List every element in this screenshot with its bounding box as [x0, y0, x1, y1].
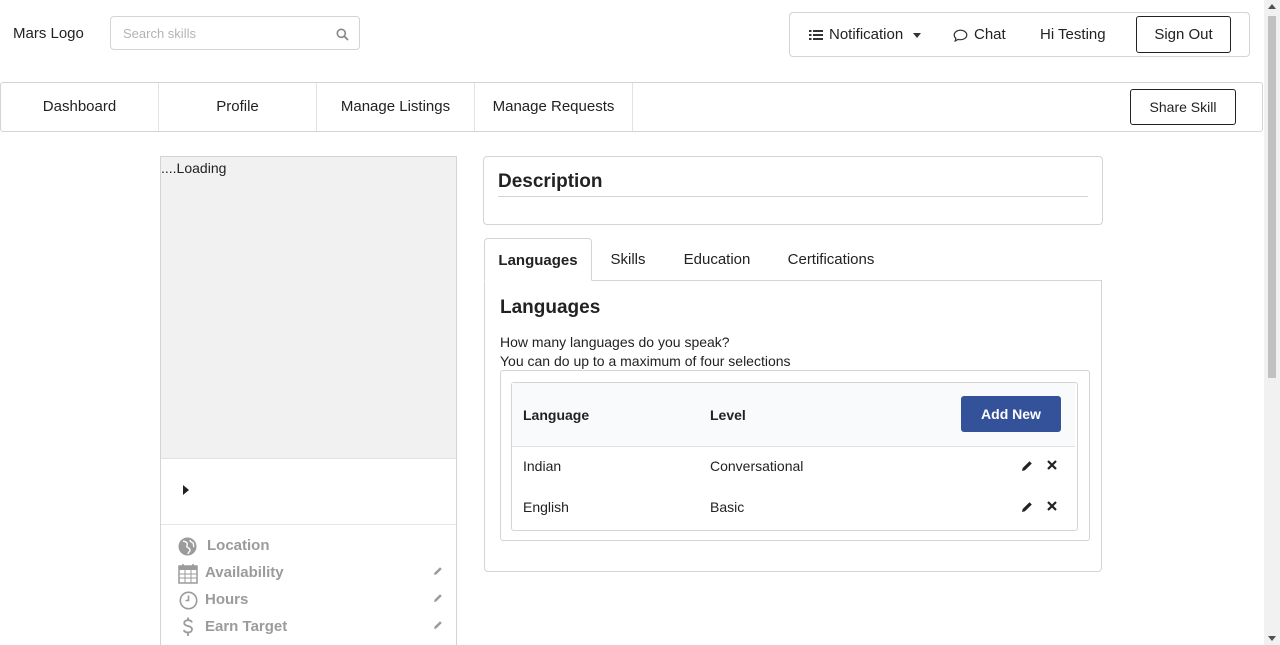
notification-label: Notification: [829, 26, 904, 43]
tab-languages[interactable]: Languages: [484, 238, 592, 281]
description-title: Description: [498, 171, 603, 192]
table-row: Indian Conversational: [512, 446, 1075, 486]
chat-label: Chat: [974, 26, 1006, 43]
dollar-icon: [182, 616, 194, 638]
info-label: Location: [207, 537, 270, 554]
table-header: Language Level Add New: [512, 383, 1075, 447]
divider: [498, 196, 1088, 197]
languages-question: How many languages do you speak?: [500, 334, 730, 350]
delete-close-icon[interactable]: [1047, 501, 1057, 511]
calendar-icon: [178, 563, 198, 584]
page-scrollbar[interactable]: [1264, 0, 1280, 645]
info-hours: Hours: [178, 589, 443, 613]
languages-panel: Languages How many languages do you spea…: [484, 280, 1102, 572]
tab-skills[interactable]: Skills: [601, 238, 655, 281]
edit-pencil-icon[interactable]: [1021, 501, 1033, 513]
add-new-language-button[interactable]: Add New: [961, 396, 1061, 432]
column-level: Level: [710, 407, 746, 423]
edit-hours-icon[interactable]: [433, 593, 443, 603]
language-cell: English: [523, 499, 569, 515]
table-row: English Basic: [512, 487, 1075, 527]
top-menu: Notification Chat Hi Testing Sign Out: [789, 12, 1250, 57]
main-nav: Dashboard Profile Manage Listings Manage…: [0, 82, 1263, 132]
scroll-down-icon[interactable]: [1268, 636, 1276, 641]
column-language: Language: [523, 407, 590, 423]
delete-close-icon[interactable]: [1047, 460, 1057, 470]
languages-table-container: Language Level Add New Indian Conversati…: [500, 370, 1090, 541]
scrollbar-thumb[interactable]: [1268, 16, 1276, 378]
media-row: [161, 459, 456, 525]
profile-card: ....Loading Location Availability Hours …: [160, 156, 457, 645]
clock-icon: [179, 591, 198, 610]
nav-manage-listings[interactable]: Manage Listings: [317, 83, 475, 131]
scroll-up-icon[interactable]: [1268, 4, 1276, 9]
edit-pencil-icon[interactable]: [1021, 460, 1033, 472]
notification-dropdown[interactable]: Notification: [809, 13, 922, 56]
search-input[interactable]: [123, 17, 323, 49]
play-icon[interactable]: [183, 485, 189, 495]
chevron-down-icon: [913, 32, 922, 38]
language-cell: Indian: [523, 458, 562, 474]
list-icon: [809, 29, 823, 41]
info-location: Location: [178, 535, 443, 559]
languages-hint: You can do up to a maximum of four selec…: [500, 353, 791, 369]
search-box: [110, 16, 360, 50]
share-skill-button[interactable]: Share Skill: [1130, 89, 1236, 125]
level-cell: Basic: [710, 499, 745, 515]
level-cell: Conversational: [710, 458, 804, 474]
info-label: Availability: [205, 564, 284, 581]
info-earn-target: Earn Target: [178, 616, 443, 640]
tab-certifications[interactable]: Certifications: [781, 238, 881, 281]
profile-tabs: Languages Skills Education Certification…: [483, 238, 1102, 281]
info-label: Earn Target: [205, 618, 288, 635]
globe-icon: [178, 537, 197, 556]
description-card: Description: [483, 156, 1103, 225]
search-icon[interactable]: [336, 28, 349, 41]
edit-availability-icon[interactable]: [433, 566, 443, 576]
nav-dashboard[interactable]: Dashboard: [1, 83, 159, 131]
languages-title: Languages: [500, 297, 601, 318]
image-alt-text: ....Loading: [161, 160, 227, 176]
chat-icon: [953, 29, 968, 42]
user-greeting[interactable]: Hi Testing: [1040, 13, 1106, 56]
nav-profile[interactable]: Profile: [159, 83, 317, 131]
tab-education[interactable]: Education: [677, 238, 757, 281]
edit-earn-target-icon[interactable]: [433, 620, 443, 630]
chat-link[interactable]: Chat: [953, 13, 1006, 56]
languages-table: Language Level Add New Indian Conversati…: [511, 382, 1078, 531]
info-availability: Availability: [178, 562, 443, 586]
profile-image: ....Loading: [161, 157, 456, 459]
sign-out-button[interactable]: Sign Out: [1136, 16, 1231, 53]
info-label: Hours: [205, 591, 249, 608]
site-logo[interactable]: Mars Logo: [13, 25, 84, 42]
nav-manage-requests[interactable]: Manage Requests: [475, 83, 633, 131]
